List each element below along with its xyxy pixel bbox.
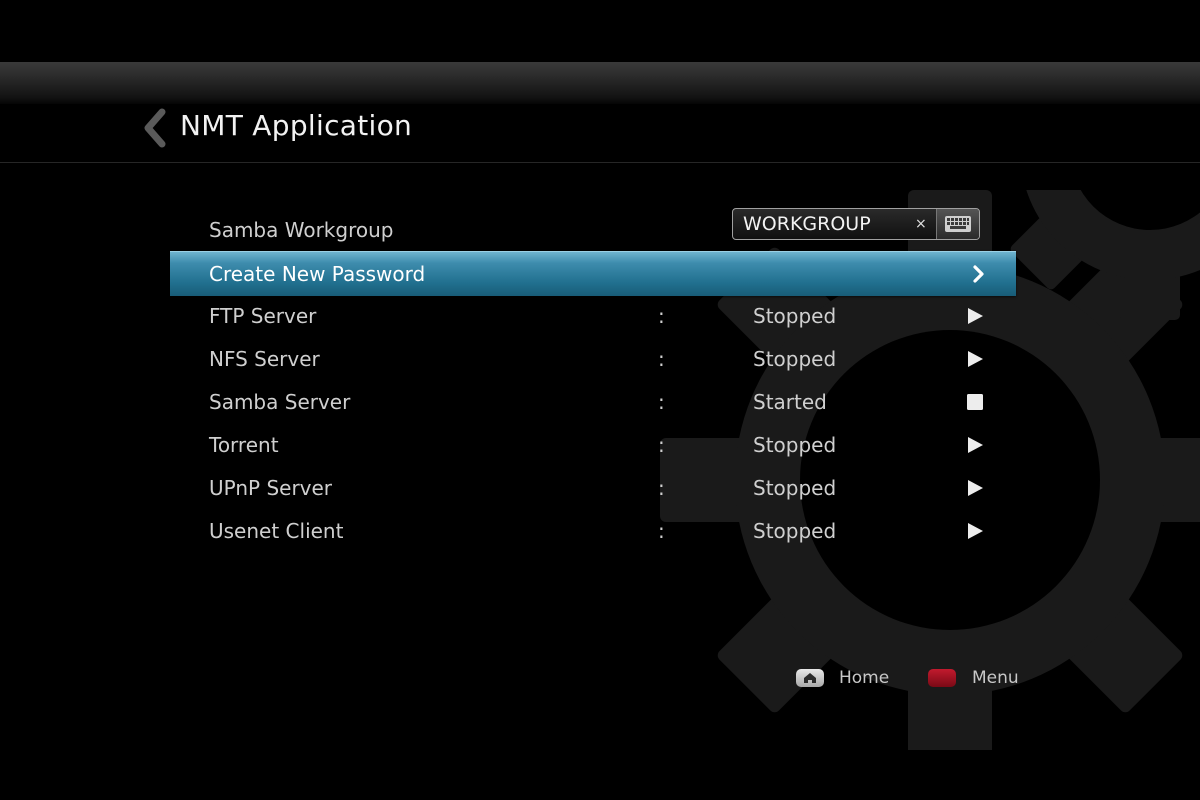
- header-divider: [0, 162, 1200, 163]
- service-status: Started: [753, 390, 827, 414]
- samba-workgroup-label: Samba Workgroup: [209, 218, 394, 242]
- service-label: Torrent: [209, 433, 279, 457]
- stop-icon[interactable]: [966, 393, 984, 411]
- service-colon: :: [658, 390, 665, 414]
- service-label: Usenet Client: [209, 519, 344, 543]
- play-icon[interactable]: [966, 307, 984, 325]
- page-title: NMT Application: [180, 109, 413, 142]
- play-icon[interactable]: [966, 522, 984, 540]
- menu-hint-label: Menu: [972, 668, 1019, 688]
- clear-icon[interactable]: ×: [915, 209, 927, 239]
- service-row-ftp[interactable]: FTP Server : Stopped: [170, 294, 1016, 338]
- workgroup-value: WORKGROUP: [743, 213, 871, 235]
- play-icon[interactable]: [966, 436, 984, 454]
- service-row-torrent[interactable]: Torrent : Stopped: [170, 423, 1016, 467]
- home-button-icon[interactable]: [796, 669, 824, 687]
- service-status: Stopped: [753, 304, 837, 328]
- service-row-usenet[interactable]: Usenet Client : Stopped: [170, 509, 1016, 553]
- service-row-nfs[interactable]: NFS Server : Stopped: [170, 337, 1016, 381]
- create-new-password-label: Create New Password: [209, 262, 426, 286]
- service-colon: :: [658, 476, 665, 500]
- service-label: Samba Server: [209, 390, 351, 414]
- service-status: Stopped: [753, 433, 837, 457]
- menu-button-icon[interactable]: [928, 669, 956, 687]
- service-colon: :: [658, 347, 665, 371]
- service-colon: :: [658, 519, 665, 543]
- home-hint-label: Home: [839, 668, 890, 688]
- service-colon: :: [658, 304, 665, 328]
- service-row-upnp[interactable]: UPnP Server : Stopped: [170, 466, 1016, 510]
- service-status: Stopped: [753, 347, 837, 371]
- workgroup-input[interactable]: WORKGROUP ×: [732, 208, 980, 240]
- samba-workgroup-row[interactable]: Samba Workgroup WORKGROUP ×: [170, 208, 1016, 252]
- service-label: NFS Server: [209, 347, 320, 371]
- keyboard-button[interactable]: [936, 209, 979, 239]
- back-chevron-icon[interactable]: [140, 108, 170, 148]
- create-new-password-row[interactable]: Create New Password: [170, 251, 1016, 296]
- service-row-samba[interactable]: Samba Server : Started: [170, 380, 1016, 424]
- chevron-right-icon: [973, 265, 984, 283]
- service-label: FTP Server: [209, 304, 317, 328]
- keyboard-icon: [945, 216, 971, 232]
- service-status: Stopped: [753, 519, 837, 543]
- home-icon: [804, 673, 816, 683]
- play-icon[interactable]: [966, 479, 984, 497]
- top-bar: [0, 62, 1200, 104]
- play-icon[interactable]: [966, 350, 984, 368]
- service-colon: :: [658, 433, 665, 457]
- service-status: Stopped: [753, 476, 837, 500]
- screen: NMT Application Samba Workgroup WORKGROU…: [0, 0, 1200, 800]
- service-label: UPnP Server: [209, 476, 333, 500]
